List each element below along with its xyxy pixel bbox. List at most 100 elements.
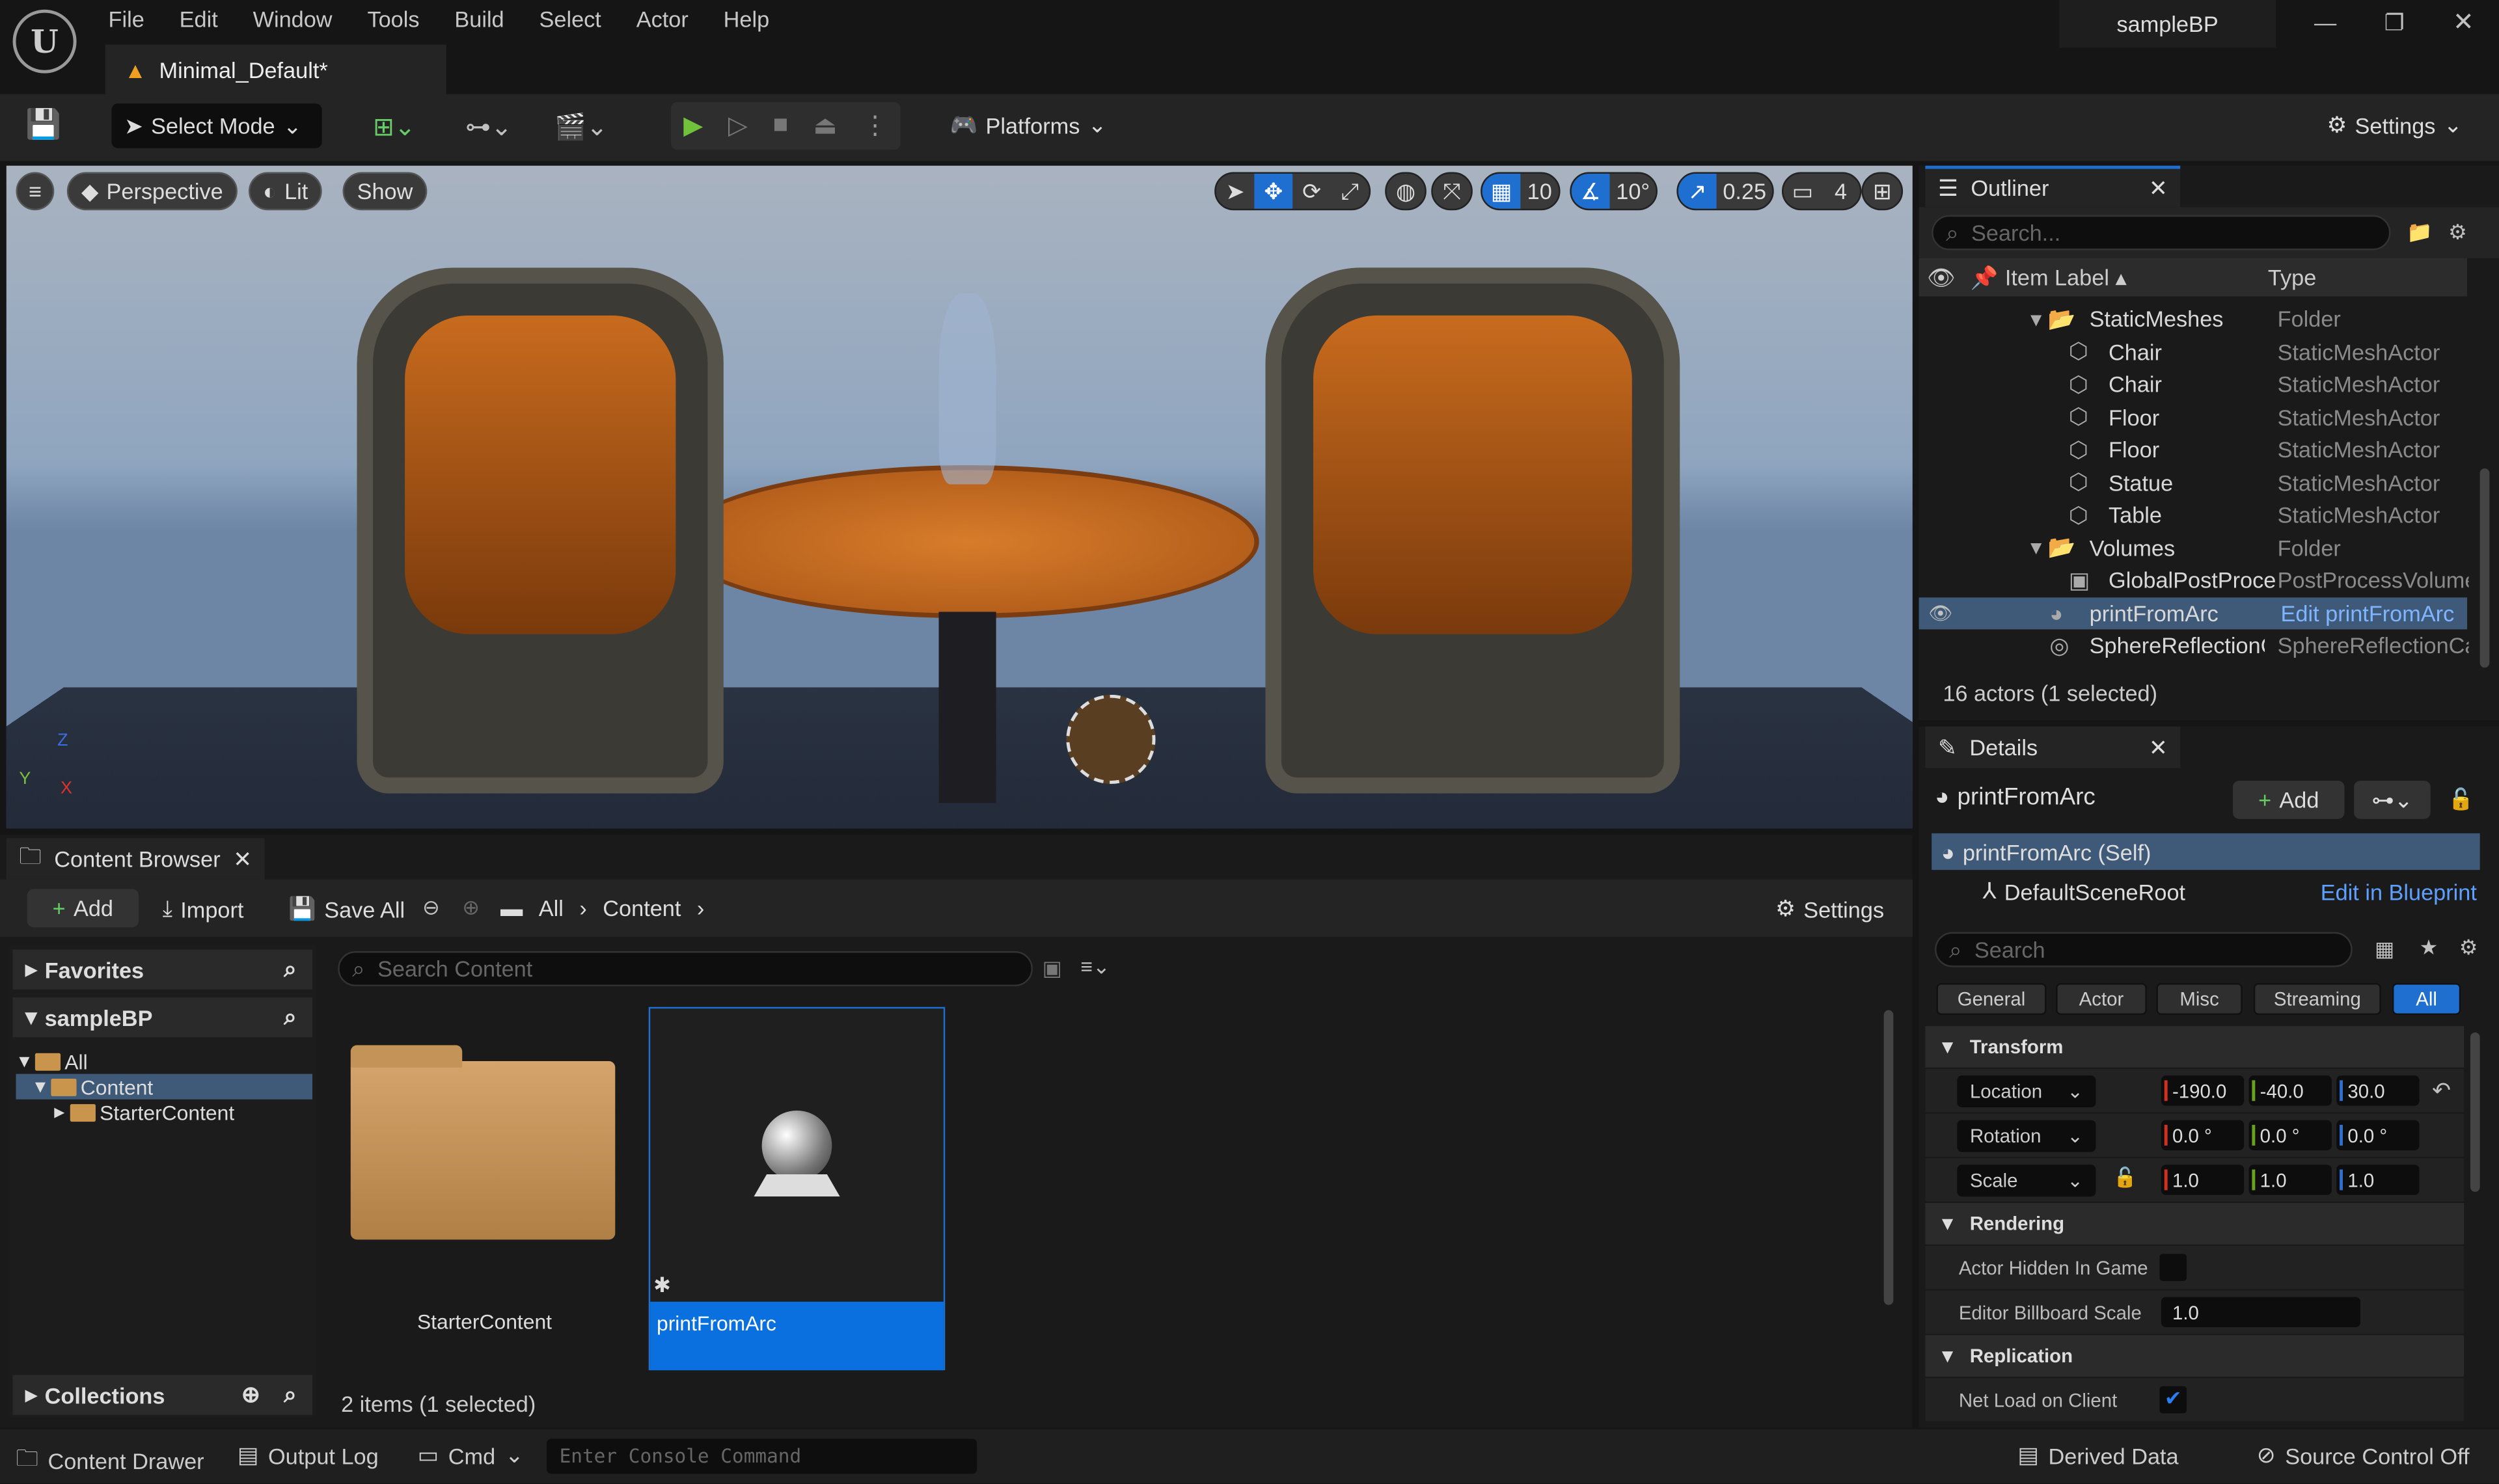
component-default-scene-root[interactable]: ⅄ DefaultSceneRoot [1983,878,2186,905]
collections-section[interactable]: ▸ Collections ⊕ ⌕ [12,1375,313,1415]
outliner-row[interactable]: ⬡ Floor StaticMeshActor [1919,433,2499,465]
blueprint-icon[interactable]: ⊶⌄ [465,111,512,143]
outliner-scrollbar[interactable] [2479,468,2490,668]
rendering-section[interactable]: ▼ Rendering [1925,1202,2465,1245]
content-search-input[interactable]: ⌕ Search Content [338,951,1033,986]
menu-actor[interactable]: Actor [636,7,689,32]
level-viewport[interactable]: Z Y X [6,165,1913,829]
actor-hidden-checkbox[interactable] [2159,1254,2187,1281]
close-tab-icon[interactable]: ✕ [233,845,252,872]
star-icon[interactable]: ★ [2420,936,2438,961]
gear-icon[interactable]: ⚙ [2459,936,2478,961]
scale-x[interactable]: 1.0 [2161,1165,2245,1195]
edit-blueprint-link[interactable]: Edit printFromArc [2281,600,2472,625]
add-component-button[interactable]: + Add [2233,781,2345,819]
filter-streaming[interactable]: Streaming [2253,983,2381,1016]
outliner-row[interactable]: ⬡ Chair StaticMeshActor [1919,368,2499,400]
history-forward-icon[interactable]: ⊕ [462,895,480,921]
item-label-header[interactable]: Item Label ▴ [2005,263,2268,291]
cinematics-icon[interactable]: 🎬⌄ [554,111,608,143]
menu-edit[interactable]: Edit [180,7,218,32]
outliner-row[interactable]: ▣ GlobalPostProce PostProcessVolume [1919,564,2499,596]
lock-icon[interactable]: 🔓 [2448,787,2474,813]
scale-snap[interactable]: ↗ 0.25 [1676,172,1775,211]
billboard-scale-input[interactable]: 1.0 [2161,1297,2360,1328]
filter-general[interactable]: General [1936,983,2047,1016]
location-z[interactable]: 30.0 [2336,1075,2420,1106]
menu-window[interactable]: Window [253,7,333,32]
rotation-dropdown[interactable]: Rotation ⌄ [1957,1120,2096,1152]
minimize-icon[interactable]: — [2314,10,2336,35]
outliner-row[interactable]: ⬡ Table StaticMeshActor [1919,499,2499,531]
search-icon[interactable]: ⌕ [284,1004,296,1031]
tree-starter-content[interactable]: ▸ StarterContent [16,1100,312,1125]
outliner-row[interactable]: 👁 ◕ printFromArc Edit printFromArc [1919,597,2468,629]
save-all-button[interactable]: 💾 Save All [288,895,405,923]
restore-icon[interactable]: ❐ [2384,10,2405,37]
details-search-input[interactable]: ⌕ Search [1935,932,2353,967]
more-options-icon[interactable]: ⋮ [862,110,888,142]
details-tab[interactable]: ✎ Details ✕ [1925,726,2181,768]
content-scrollbar[interactable] [1883,1010,1894,1305]
cb-settings-button[interactable]: ⚙ Settings [1775,895,1884,923]
project-section[interactable]: ▾ sampleBP ⌕ [12,997,313,1038]
viewport-menu-button[interactable]: ≡ [16,172,55,211]
cb-add-button[interactable]: + Add [27,889,139,928]
perspective-button[interactable]: ◆ Perspective [66,172,238,211]
stop-icon[interactable]: ■ [772,111,788,140]
outliner-row[interactable]: ⬡ Statue StaticMeshActor [1919,466,2499,498]
tree-content[interactable]: ▾ Content [16,1073,313,1100]
outliner-row[interactable]: ◎ SphereReflectionC SphereReflectionCa [1919,629,2499,661]
search-icon[interactable]: ⌕ [284,1381,296,1409]
history-back-icon[interactable]: ⊖ [422,895,440,921]
select-tool-icon[interactable]: ➤ [1216,174,1255,209]
scale-z[interactable]: 1.0 [2336,1165,2420,1195]
content-drawer-button[interactable]: 🗀 Content Drawer [16,1442,204,1480]
visibility-icon[interactable]: 👁 [1928,601,1952,623]
add-folder-icon[interactable]: 📁 [2407,220,2433,245]
menu-tools[interactable]: Tools [367,7,419,32]
cmd-button[interactable]: ▭ Cmd ⌄ [418,1442,524,1469]
play-icon[interactable]: ▶ [683,110,703,142]
filter-actor[interactable]: Actor [2056,983,2147,1016]
add-actor-icon[interactable]: ⊞⌄ [373,111,416,143]
location-dropdown[interactable]: Location ⌄ [1957,1075,2096,1108]
toolbar-settings-button[interactable]: ⚙ Settings ⌄ [2327,111,2463,139]
save-search-icon[interactable]: ▣ [1043,956,1062,981]
rotation-snap[interactable]: ∡ 10° [1570,172,1658,211]
output-log-button[interactable]: ▤ Output Log [238,1442,379,1469]
outliner-search-input[interactable]: ⌕ Search... [1932,215,2391,250]
tree-all[interactable]: ▾ All [16,1048,312,1073]
breadcrumb-content[interactable]: Content [603,895,681,921]
gear-icon[interactable]: ⚙ [2448,220,2467,245]
filter-misc[interactable]: Misc [2156,983,2243,1016]
location-y[interactable]: -40.0 [2248,1075,2332,1106]
type-header[interactable]: Type [2268,265,2316,290]
outliner-row[interactable]: ⬡ Chair StaticMeshActor [1919,336,2499,368]
transform-section[interactable]: ▼ Transform [1925,1026,2465,1068]
console-input[interactable]: Enter Console Command [547,1438,977,1474]
edit-in-blueprint-link[interactable]: Edit in Blueprint [2321,880,2477,905]
pin-column-icon[interactable]: 📌 [1963,263,2005,291]
scale-dropdown[interactable]: Scale ⌄ [1957,1165,2096,1197]
rotation-z[interactable]: 0.0 ° [2336,1120,2420,1151]
add-collection-icon[interactable]: ⊕ [241,1381,260,1409]
scale-y[interactable]: 1.0 [2248,1165,2332,1195]
import-button[interactable]: ⤓ Import [163,895,244,923]
outliner-row[interactable]: ▾ 📂 Volumes Folder [1919,532,2499,563]
search-icon[interactable]: ⌕ [284,956,296,983]
scale-tool-icon[interactable]: ⤢ [1331,174,1369,209]
outliner-row[interactable]: ▾ 📂 StaticMeshes Folder [1919,303,2499,334]
asset-print-from-arc[interactable]: ✱ printFromArc [648,1006,946,1371]
lit-button[interactable]: ◐ Lit [249,172,323,211]
asset-folder-starter-content[interactable]: StarterContent [348,1010,621,1368]
content-browser-tab[interactable]: 🗀 Content Browser ✕ [6,838,265,880]
platforms-button[interactable]: 🎮 Platforms ⌄ [950,111,1107,139]
advance-frame-icon[interactable]: ▷ [728,110,748,142]
select-mode-button[interactable]: ➤ Select Mode ⌄ [111,103,322,148]
close-tab-icon[interactable]: ✕ [2149,734,2168,761]
menu-build[interactable]: Build [454,7,504,32]
menu-file[interactable]: File [109,7,144,32]
source-control-button[interactable]: ⊘ Source Control Off [2257,1442,2470,1469]
actor-billboard[interactable] [1066,694,1156,784]
